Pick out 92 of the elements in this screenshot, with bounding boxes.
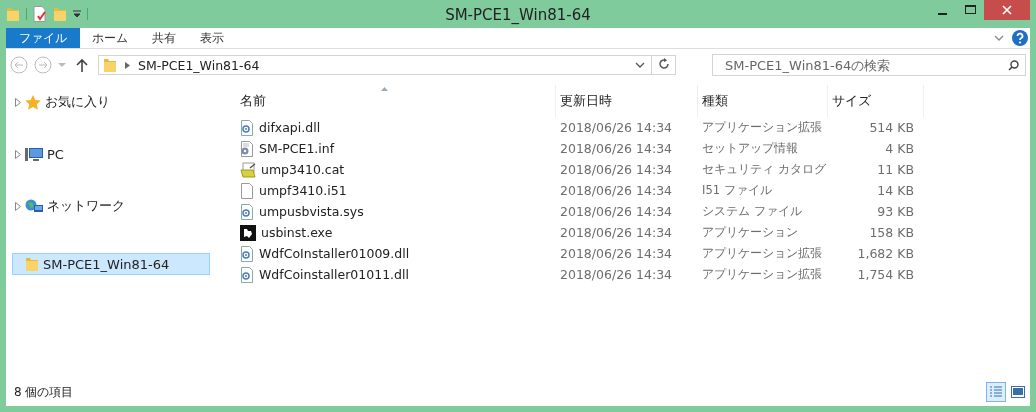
table-cell-text: アプリケーション拡張 (701, 120, 823, 135)
search-field[interactable]: SM-PCE1_Win81-64の検索 (712, 54, 1026, 76)
table-cell-text: アプリケーション拡張 (701, 246, 823, 261)
table-cell-text: システム ファイル (701, 204, 803, 219)
column-label: サイズ (832, 92, 871, 110)
table-cell-text: 514 KB (868, 120, 915, 135)
gear-file-icon (240, 245, 254, 262)
table-cell-text: 2018/06/26 14:34 (559, 246, 674, 261)
sidebar-item[interactable]: PC (12, 143, 210, 165)
item-count: 8 個の項目 (14, 383, 74, 401)
close-icon (1002, 5, 1012, 15)
file-name[interactable]: WdfCoinstaller01011.dll (259, 267, 409, 282)
maximize-icon (964, 5, 976, 15)
table-cell-text: アプリケーション (701, 225, 799, 240)
back-button[interactable] (10, 56, 28, 74)
file-name[interactable]: ump3410.cat (261, 162, 345, 177)
search-icon[interactable] (1008, 59, 1019, 71)
folder-icon (25, 256, 39, 272)
expand-arrow-icon[interactable] (15, 149, 21, 159)
forward-button[interactable] (34, 56, 52, 74)
recent-dropdown-icon[interactable] (58, 62, 66, 68)
file-name[interactable]: difxapi.dll (259, 120, 321, 135)
refresh-button[interactable] (652, 55, 676, 75)
ribbon-tab[interactable]: 表示 (188, 28, 236, 48)
table-cell-text: 93 KB (876, 204, 915, 219)
column-header[interactable]: サイズ (828, 85, 924, 117)
table-cell-text: 2018/06/26 14:34 (559, 183, 674, 198)
sidebar-item[interactable]: SM-PCE1_Win81-64 (12, 253, 210, 275)
ribbon-tab[interactable]: 共有 (140, 28, 188, 48)
help-icon[interactable] (1012, 30, 1028, 46)
application-icon (240, 224, 256, 241)
sidebar-label: SM-PCE1_Win81-64 (43, 256, 170, 272)
table-cell-text: 11 KB (876, 162, 915, 177)
breadcrumb-arrow-icon (125, 61, 130, 69)
chevron-down-icon[interactable] (635, 61, 645, 69)
table-cell-text: 1,754 KB (856, 267, 915, 282)
refresh-icon (657, 57, 670, 70)
gear-file-icon (240, 203, 254, 220)
column-label: 更新日時 (560, 92, 612, 110)
sidebar-label: ネットワーク (47, 197, 125, 215)
window-title: SM-PCE1_Win81-64 (445, 6, 591, 24)
table-cell-text: 2018/06/26 14:34 (559, 267, 674, 282)
table-cell-text: 158 KB (868, 225, 915, 240)
table-cell-text: 2018/06/26 14:34 (559, 120, 674, 135)
path-segment[interactable]: SM-PCE1_Win81-64 (138, 57, 260, 73)
properties-icon[interactable] (33, 6, 47, 22)
dropdown-icon[interactable] (73, 10, 81, 18)
table-cell-text: 2018/06/26 14:34 (559, 204, 674, 219)
file-name[interactable]: umpusbvista.sys (259, 204, 364, 219)
table-cell-text: セットアップ情報 (701, 141, 799, 156)
table-cell-text: 2018/06/26 14:34 (559, 162, 674, 177)
file-name[interactable]: umpf3410.i51 (259, 183, 347, 198)
table-cell-text: 14 KB (876, 183, 915, 198)
table-cell-text: セキュリティ カタログ (701, 162, 827, 177)
table-cell-text: アプリケーション拡張 (701, 267, 823, 282)
file-name[interactable]: SM-PCE1.inf (259, 141, 335, 156)
sort-arrow-icon[interactable] (381, 87, 388, 91)
column-header[interactable]: 名前 (236, 85, 556, 117)
column-header[interactable]: 更新日時 (556, 85, 698, 117)
ribbon-tab[interactable]: ホーム (80, 28, 140, 48)
file-name[interactable]: WdfCoInstaller01009.dll (259, 246, 410, 261)
up-arrow-icon[interactable] (76, 58, 88, 72)
sidebar-item[interactable]: ネットワーク (12, 195, 210, 217)
table-cell-text: 2018/06/26 14:34 (559, 141, 674, 156)
sidebar-item[interactable]: お気に入り (12, 91, 210, 113)
file-menu-tab[interactable]: ファイル (6, 28, 80, 48)
settings-file-icon (240, 140, 254, 157)
expand-arrow-icon[interactable] (15, 97, 21, 107)
table-cell-text: 1,682 KB (856, 246, 915, 261)
table-cell-text: 2018/06/26 14:34 (559, 225, 674, 240)
address-bar[interactable]: SM-PCE1_Win81-64 (98, 55, 652, 75)
details-view-icon (989, 386, 1003, 398)
sidebar-label: PC (47, 146, 64, 162)
gear-file-icon (240, 266, 254, 283)
network-icon (25, 198, 43, 214)
blank-file-icon (240, 182, 254, 199)
column-label: 種類 (702, 92, 728, 110)
star-icon (25, 94, 41, 110)
table-cell-text: I51 ファイル (701, 183, 773, 198)
certificate-file-icon (240, 161, 256, 178)
preview-view-icon (1011, 386, 1025, 398)
computer-icon (25, 146, 43, 162)
chevron-down-icon[interactable] (994, 34, 1004, 42)
minimize-icon (937, 13, 947, 15)
folder-icon (103, 57, 117, 73)
column-label: 名前 (240, 92, 266, 110)
table-cell-text: 4 KB (884, 141, 915, 156)
column-header[interactable]: 種類 (698, 85, 828, 117)
sidebar-label: お気に入り (45, 93, 110, 111)
file-name[interactable]: usbinst.exe (261, 225, 333, 240)
gear-file-icon (240, 119, 254, 136)
expand-arrow-icon[interactable] (15, 201, 21, 211)
